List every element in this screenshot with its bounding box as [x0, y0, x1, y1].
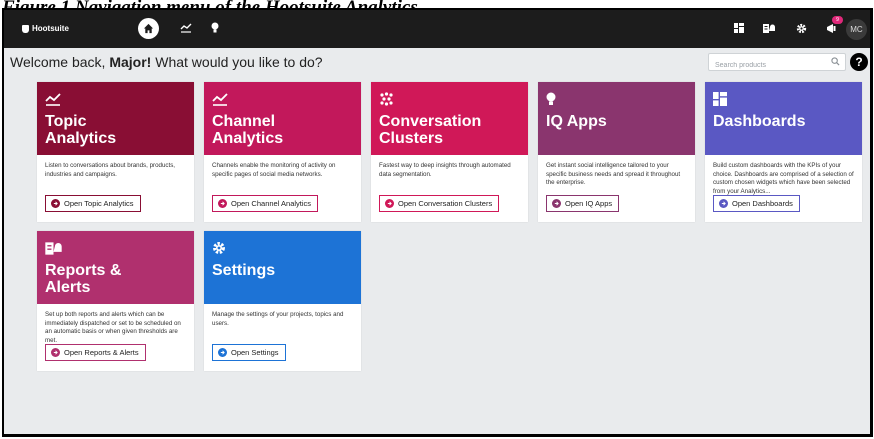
search-box: [708, 53, 846, 74]
card-header: Topic Analytics: [37, 82, 194, 155]
line-chart-icon: [45, 92, 61, 106]
open-settings-button[interactable]: Open Settings: [212, 344, 286, 361]
notification-badge: 9: [832, 16, 843, 24]
home-icon: [143, 23, 154, 34]
card-title: Channel Analytics: [212, 113, 284, 147]
dashboard-icon: [734, 23, 744, 33]
settings-card: Settings Manage the settings of your pro…: [204, 231, 361, 371]
channel-analytics-card: Channel Analytics Channels enable the mo…: [204, 82, 361, 222]
app-root: Hootsuite 9 MC Welcome back, Major! What…: [4, 10, 870, 434]
button-label: Open IQ Apps: [565, 199, 613, 208]
open-topic-analytics-button[interactable]: Open Topic Analytics: [45, 195, 141, 212]
browser-frame: Hootsuite 9 MC Welcome back, Major! What…: [2, 8, 873, 437]
notifications-button[interactable]: 9: [824, 16, 843, 36]
welcome-suffix: What would you like to do?: [151, 54, 323, 70]
help-button[interactable]: ?: [850, 53, 868, 71]
card-description: Manage the settings of your projects, to…: [212, 311, 344, 327]
card-title: Topic Analytics: [45, 113, 117, 147]
gear-icon: [796, 23, 806, 33]
report-bell-icon: [763, 23, 775, 33]
welcome-message: Welcome back, Major! What would you like…: [10, 54, 323, 70]
report-bell-icon: [45, 241, 62, 255]
card-title: Settings: [212, 262, 276, 279]
owl-logo-icon: [22, 24, 29, 33]
button-label: Open Settings: [231, 348, 279, 357]
search-icon[interactable]: [831, 57, 840, 66]
search-input[interactable]: [709, 57, 819, 74]
card-description: Listen to conversations about brands, pr…: [45, 162, 176, 178]
insights-nav-button[interactable]: [207, 20, 223, 36]
lightbulb-icon: [546, 92, 556, 105]
top-navigation-bar: Hootsuite 9 MC: [4, 10, 870, 48]
open-dashboards-button[interactable]: Open Dashboards: [713, 195, 800, 212]
card-title: Conversation Clusters: [379, 113, 482, 147]
card-description: Get instant social intelligence tailored…: [546, 162, 681, 187]
user-avatar[interactable]: MC: [846, 19, 867, 40]
hootsuite-logo[interactable]: Hootsuite: [22, 24, 69, 33]
lightbulb-icon: [211, 22, 219, 33]
megaphone-icon: [827, 23, 836, 33]
card-header: Conversation Clusters: [371, 82, 528, 155]
card-header: IQ Apps: [538, 82, 695, 155]
reports-alerts-card: Reports & Alerts Set up both reports and…: [37, 231, 194, 371]
settings-nav-button[interactable]: [793, 20, 809, 36]
card-description: Set up both reports and alerts which can…: [45, 311, 181, 344]
card-title: Dashboards: [713, 113, 806, 130]
welcome-user-name: Major!: [109, 54, 152, 70]
button-label: Open Topic Analytics: [64, 199, 134, 208]
line-chart-icon: [180, 23, 192, 33]
card-description: Fastest way to deep insights through aut…: [379, 162, 511, 178]
dashboards-card: Dashboards Build custom dashboards with …: [705, 82, 862, 222]
button-label: Open Reports & Alerts: [64, 348, 139, 357]
dashboard-icon: [713, 92, 727, 106]
button-label: Open Conversation Clusters: [398, 199, 493, 208]
arrow-right-icon: [51, 199, 60, 208]
iq-apps-card: IQ Apps Get instant social intelligence …: [538, 82, 695, 222]
open-channel-analytics-button[interactable]: Open Channel Analytics: [212, 195, 319, 212]
card-header: Reports & Alerts: [37, 231, 194, 304]
arrow-right-icon: [218, 348, 227, 357]
open-conversation-clusters-button[interactable]: Open Conversation Clusters: [379, 195, 500, 212]
line-chart-icon: [212, 92, 228, 106]
open-reports-alerts-button[interactable]: Open Reports & Alerts: [45, 344, 146, 361]
home-button[interactable]: [138, 18, 159, 39]
button-label: Open Dashboards: [732, 199, 793, 208]
card-header: Channel Analytics: [204, 82, 361, 155]
arrow-right-icon: [218, 199, 227, 208]
arrow-right-icon: [385, 199, 394, 208]
clusters-icon: [380, 92, 393, 106]
arrow-right-icon: [51, 348, 60, 357]
analytics-nav-button[interactable]: [178, 20, 194, 36]
card-title: Reports & Alerts: [45, 262, 122, 296]
button-label: Open Channel Analytics: [231, 199, 312, 208]
conversation-clusters-card: Conversation Clusters Fastest way to dee…: [371, 82, 528, 222]
open-iq-apps-button[interactable]: Open IQ Apps: [546, 195, 620, 212]
card-header: Dashboards: [705, 82, 862, 155]
card-header: Settings: [204, 231, 361, 304]
dashboards-nav-button[interactable]: [731, 20, 747, 36]
card-title: IQ Apps: [546, 113, 607, 130]
card-description: Channels enable the monitoring of activi…: [212, 162, 336, 178]
gear-icon: [213, 242, 225, 254]
card-description: Build custom dashboards with the KPIs of…: [713, 162, 854, 195]
topic-analytics-card: Topic Analytics Listen to conversations …: [37, 82, 194, 222]
welcome-prefix: Welcome back,: [10, 54, 110, 70]
arrow-right-icon: [719, 199, 728, 208]
arrow-right-icon: [552, 199, 561, 208]
logo-text: Hootsuite: [32, 24, 69, 33]
reports-nav-button[interactable]: [761, 20, 777, 36]
welcome-row: Welcome back, Major! What would you like…: [4, 48, 870, 76]
